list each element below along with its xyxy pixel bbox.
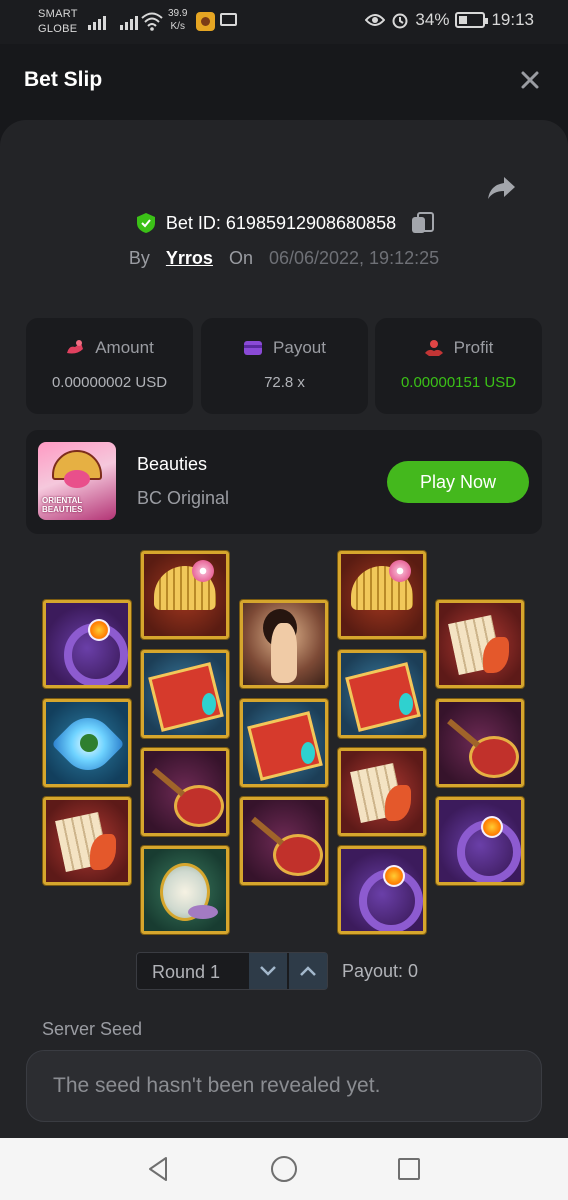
close-icon	[521, 71, 539, 89]
status-bar: SMART GLOBE 39.9 K/s 34% 19:13	[0, 0, 568, 44]
round-payout: Payout: 0	[342, 961, 419, 981]
play-now-button[interactable]: Play Now	[387, 461, 529, 503]
payout-value: 72.8 x	[264, 374, 305, 391]
pipa-symbol	[240, 797, 328, 885]
round-label: Round 1	[152, 962, 221, 982]
girl-symbol	[240, 600, 328, 688]
amount-icon	[67, 340, 84, 354]
signal-icon	[120, 12, 138, 30]
by-label: By	[128, 248, 150, 268]
navigation-bar	[0, 1138, 568, 1200]
mail-icon	[220, 13, 237, 26]
mirror-symbol	[141, 846, 229, 934]
wallet-icon	[244, 341, 263, 355]
status-right: 34% 19:13	[365, 10, 534, 30]
bet-datetime: 06/06/2022, 19:12:25	[268, 248, 440, 268]
amount-value: 0.00000002 USD	[51, 374, 168, 391]
game-card: ORIENTAL BEAUTIES Beauties BC Original P…	[26, 430, 542, 534]
profit-card: Profit 0.00000151 USD	[375, 318, 542, 414]
round-down-button[interactable]	[249, 953, 287, 989]
copy-icon[interactable]	[412, 212, 435, 234]
round-up-button[interactable]	[289, 953, 327, 989]
game-subtitle: BC Original	[137, 488, 230, 508]
network-speed: 39.9 K/s	[168, 8, 188, 32]
signal-icon	[88, 12, 106, 30]
server-seed-label: Server Seed	[42, 1019, 143, 1039]
scroll-symbol	[43, 797, 131, 885]
game-thumbnail[interactable]: ORIENTAL BEAUTIES	[38, 442, 116, 520]
carrier-name: SMART GLOBE	[38, 8, 78, 35]
header: Bet Slip	[0, 44, 568, 120]
ring-symbol	[43, 600, 131, 688]
eye-icon	[365, 14, 386, 26]
profit-value: 0.00000151 USD	[400, 374, 517, 391]
profit-icon	[424, 340, 443, 356]
bet-id-row: Bet ID: 61985912908680858	[0, 212, 568, 234]
clock: 19:13	[491, 10, 534, 29]
home-icon[interactable]	[269, 1154, 299, 1184]
ring-symbol	[338, 846, 426, 934]
ring-symbol	[436, 797, 524, 885]
amount-card: Amount 0.00000002 USD	[26, 318, 193, 414]
comb-symbol	[338, 551, 426, 639]
page-title: Bet Slip	[24, 68, 103, 91]
amount-label: Amount	[95, 338, 154, 357]
book-symbol	[240, 699, 328, 787]
scroll-symbol	[436, 600, 524, 688]
bet-id: Bet ID: 61985912908680858	[165, 212, 397, 233]
pipa-symbol	[141, 748, 229, 836]
profit-label: Profit	[453, 338, 494, 357]
payout-label: Payout	[273, 338, 326, 357]
chevron-up-icon	[300, 966, 316, 976]
round-selector[interactable]: Round 1	[136, 952, 328, 990]
scroll-symbol	[338, 748, 426, 836]
payout-card: Payout 72.8 x	[201, 318, 368, 414]
pipa-symbol	[436, 699, 524, 787]
book-symbol	[141, 650, 229, 738]
alarm-icon	[392, 13, 408, 29]
shield-icon	[136, 213, 155, 233]
recents-icon[interactable]	[394, 1154, 424, 1184]
thumbnail-title: ORIENTAL BEAUTIES	[42, 496, 83, 514]
bet-byline: By Yrros On 06/06/2022, 19:12:25	[0, 248, 568, 269]
battery-icon	[455, 12, 489, 28]
user-link[interactable]: Yrros	[166, 248, 213, 269]
wifi-icon	[141, 12, 163, 31]
battery-percent: 34%	[415, 10, 450, 29]
close-button[interactable]	[518, 68, 542, 92]
lotus-symbol	[43, 699, 131, 787]
share-icon[interactable]	[486, 175, 516, 201]
game-name: Beauties	[137, 454, 208, 474]
book-symbol	[338, 650, 426, 738]
comb-symbol	[141, 551, 229, 639]
back-icon[interactable]	[144, 1154, 174, 1184]
camera-app-icon	[196, 12, 215, 31]
chevron-down-icon	[260, 966, 276, 976]
server-seed-value: The seed hasn't been revealed yet.	[53, 1074, 381, 1097]
on-label: On	[228, 248, 253, 268]
server-seed-field[interactable]: The seed hasn't been revealed yet.	[26, 1050, 542, 1122]
